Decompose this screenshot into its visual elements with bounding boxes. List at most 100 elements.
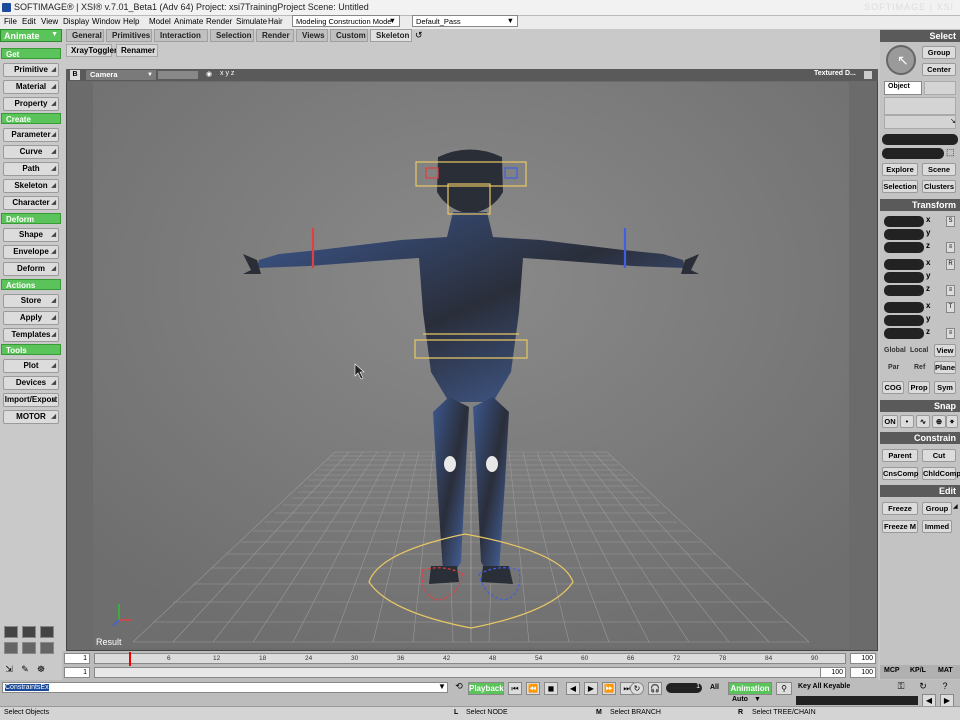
- layout-side-icon[interactable]: [22, 642, 36, 654]
- layout-quad-icon[interactable]: [4, 626, 18, 638]
- timeline-range-end-field[interactable]: 100: [820, 667, 846, 678]
- display-mode-select[interactable]: Textured D...: [814, 70, 856, 77]
- timeline-current-field[interactable]: 1: [64, 667, 90, 678]
- rotate-icon[interactable]: R: [946, 259, 955, 270]
- axis-label[interactable]: x: [926, 258, 930, 267]
- axis-label[interactable]: z: [926, 327, 930, 336]
- select-tool-icon[interactable]: ⇲: [2, 664, 16, 675]
- tab-mcp[interactable]: MCP: [884, 667, 900, 674]
- import-export-button[interactable]: Import/Export ◢: [3, 393, 59, 407]
- plane-button[interactable]: Plane: [934, 361, 956, 374]
- key-icon[interactable]: ⚲: [776, 682, 792, 695]
- freeze-m-button[interactable]: Freeze M: [882, 520, 918, 533]
- spin-icon[interactable]: ≡: [946, 285, 955, 296]
- axis-label[interactable]: x: [926, 215, 930, 224]
- templates-button[interactable]: Templates ◢: [3, 328, 59, 342]
- tab-interaction[interactable]: Interaction: [154, 29, 208, 42]
- snap-grid-icon[interactable]: ⊕: [932, 415, 946, 428]
- section-header-create[interactable]: Create: [1, 113, 61, 124]
- timeline-start-field[interactable]: 1: [64, 653, 90, 664]
- expand-arrow-icon[interactable]: ↘: [950, 117, 956, 125]
- tab-skeleton[interactable]: Skeleton: [370, 29, 412, 42]
- ref-button[interactable]: Ref: [914, 364, 925, 371]
- spin-icon[interactable]: ≡: [946, 242, 955, 253]
- menu-animate[interactable]: Animate: [174, 17, 203, 26]
- menu-hair[interactable]: Hair: [268, 17, 283, 26]
- selection-field-2[interactable]: [882, 148, 944, 159]
- bones-tool-icon[interactable]: ☸: [34, 664, 48, 675]
- transform-header[interactable]: Transform: [880, 199, 960, 211]
- store-button[interactable]: Store ◢: [3, 294, 59, 308]
- update-icon[interactable]: ↻: [916, 681, 930, 692]
- rotate-x-field[interactable]: [884, 259, 924, 270]
- auto-key-button[interactable]: Auto: [732, 696, 748, 703]
- character-button[interactable]: Character ◢: [3, 196, 59, 210]
- tab-selection[interactable]: Selection: [210, 29, 254, 42]
- loop-toggle-icon[interactable]: ↻: [630, 682, 644, 695]
- axis-label[interactable]: z: [926, 284, 930, 293]
- tab-mat[interactable]: MAT: [938, 667, 953, 674]
- section-header-actions[interactable]: Actions: [1, 279, 61, 290]
- tab-general[interactable]: General: [66, 29, 104, 42]
- group-edit-button[interactable]: Group: [922, 502, 952, 515]
- constrain-header[interactable]: Constrain: [880, 432, 960, 444]
- skeleton-button[interactable]: Skeleton ◢: [3, 179, 59, 193]
- translate-z-field[interactable]: [884, 328, 924, 339]
- next-key-icon[interactable]: ⏩: [602, 682, 616, 695]
- global-button[interactable]: Global: [884, 347, 906, 354]
- range-slider-bar[interactable]: [95, 668, 845, 677]
- cog-button[interactable]: COG: [882, 381, 904, 394]
- chldcomp-button[interactable]: ChldComp: [922, 467, 960, 480]
- prop-button[interactable]: Prop: [908, 381, 930, 394]
- axis-label[interactable]: x: [926, 301, 930, 310]
- edit-header[interactable]: Edit: [880, 485, 960, 497]
- playhead[interactable]: [129, 652, 131, 666]
- audio-icon[interactable]: 🎧: [648, 682, 662, 695]
- devices-button[interactable]: Devices ◢: [3, 376, 59, 390]
- xraytoggler-button[interactable]: XrayToggler: [66, 44, 117, 57]
- tab-views[interactable]: Views: [296, 29, 328, 42]
- object-filter-field[interactable]: Object: [884, 81, 922, 95]
- view-button[interactable]: View: [934, 344, 956, 357]
- chevron-down-icon[interactable]: ▼: [438, 682, 446, 691]
- first-frame-icon[interactable]: ⏮: [508, 682, 522, 695]
- translate-icon[interactable]: T: [946, 302, 955, 313]
- timeline-global-end-field[interactable]: 100: [850, 667, 876, 678]
- motor-button[interactable]: MOTOR ◢: [3, 410, 59, 424]
- section-header-tools[interactable]: Tools: [1, 344, 61, 355]
- shape-button[interactable]: Shape ◢: [3, 228, 59, 242]
- layout-top-icon[interactable]: [4, 642, 18, 654]
- selection-field[interactable]: [882, 134, 958, 145]
- explore-button[interactable]: Explore: [882, 163, 918, 176]
- selection-button[interactable]: Selection: [882, 180, 918, 193]
- timeline-end-field[interactable]: 100: [850, 653, 876, 664]
- loop-icon[interactable]: ⟲: [452, 681, 466, 692]
- cnscomp-button[interactable]: CnsComp: [882, 467, 918, 480]
- help-icon[interactable]: ?: [938, 681, 952, 691]
- key-filter-field[interactable]: [796, 696, 918, 705]
- pin-icon[interactable]: ↺: [415, 30, 423, 41]
- rotate-z-field[interactable]: [884, 285, 924, 296]
- range-slider[interactable]: [94, 667, 846, 678]
- filter-slots[interactable]: [884, 97, 956, 115]
- tab-render[interactable]: Render: [256, 29, 294, 42]
- menu-display[interactable]: Display: [63, 17, 89, 26]
- snap-on-button[interactable]: ON: [882, 415, 898, 428]
- filter-slot[interactable]: [924, 81, 956, 95]
- immed-button[interactable]: Immed: [922, 520, 952, 533]
- sym-button[interactable]: Sym: [934, 381, 956, 394]
- material-button[interactable]: Material ◢: [3, 80, 59, 94]
- menu-render[interactable]: Render: [206, 17, 232, 26]
- paint-tool-icon[interactable]: ✎: [18, 664, 32, 675]
- clusters-button[interactable]: Clusters: [922, 180, 956, 193]
- snap-points-icon[interactable]: •: [900, 415, 914, 428]
- section-header-get[interactable]: Get: [1, 48, 61, 59]
- menu-file[interactable]: File: [4, 17, 17, 26]
- local-button[interactable]: Local: [910, 347, 928, 354]
- curve-button[interactable]: Curve ◢: [3, 145, 59, 159]
- scale-y-field[interactable]: [884, 229, 924, 240]
- menu-help[interactable]: Help: [123, 17, 139, 26]
- filter-slots-2[interactable]: [884, 115, 956, 129]
- translate-y-field[interactable]: [884, 315, 924, 326]
- par-button[interactable]: Par: [888, 364, 899, 371]
